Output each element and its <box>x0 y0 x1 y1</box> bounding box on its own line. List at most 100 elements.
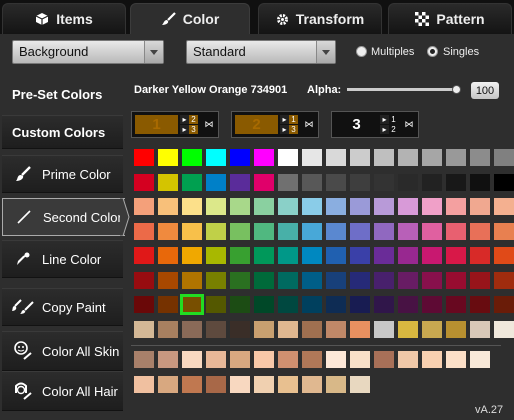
skin-swatch[interactable] <box>398 351 418 368</box>
color-swatch-selected[interactable] <box>180 294 204 315</box>
color-swatch[interactable] <box>398 321 418 338</box>
color-swatch[interactable] <box>302 296 322 313</box>
slot-swap-control[interactable]: 1 <box>389 115 398 124</box>
color-swatch[interactable] <box>182 321 202 338</box>
skin-swatch[interactable] <box>158 376 178 393</box>
slot-swap-control[interactable]: 2 <box>389 125 398 134</box>
color-swatch[interactable] <box>206 223 226 240</box>
slot-swap-control[interactable]: ▸ <box>380 115 389 124</box>
skin-swatch[interactable] <box>278 376 298 393</box>
skin-swatch[interactable] <box>422 351 442 368</box>
color-swatch[interactable] <box>254 198 274 215</box>
alpha-value[interactable]: 100 <box>471 82 499 99</box>
color-swatch[interactable] <box>278 321 298 338</box>
color-slot-3[interactable]: 3 ▸ 1 ▸ 2 ⋈ <box>331 111 419 138</box>
color-swatch[interactable] <box>326 198 346 215</box>
color-swatch[interactable] <box>182 149 202 166</box>
color-swatch[interactable] <box>206 296 226 313</box>
color-swatch[interactable] <box>254 247 274 264</box>
color-swatch[interactable] <box>158 174 178 191</box>
skin-swatch[interactable] <box>446 351 466 368</box>
skin-swatch[interactable] <box>278 351 298 368</box>
slot-swap-control[interactable]: 3 <box>189 125 198 134</box>
copy-paint-button[interactable]: Copy Paint <box>2 288 123 326</box>
color-swatch[interactable] <box>134 321 154 338</box>
color-swatch[interactable] <box>182 247 202 264</box>
color-swatch[interactable] <box>182 272 202 289</box>
color-swatch[interactable] <box>374 198 394 215</box>
color-swatch[interactable] <box>398 198 418 215</box>
color-swatch[interactable] <box>254 223 274 240</box>
color-swatch[interactable] <box>278 149 298 166</box>
color-swatch[interactable] <box>422 296 442 313</box>
slot-link-icon[interactable]: ⋈ <box>302 115 316 134</box>
color-swatch[interactable] <box>494 321 514 338</box>
color-swatch[interactable] <box>230 296 250 313</box>
color-swatch[interactable] <box>230 223 250 240</box>
color-swatch[interactable] <box>470 174 490 191</box>
slot-swap-control[interactable]: ▸ <box>180 125 189 134</box>
color-slot-1[interactable]: 1 ▸ 2 ▸ 3 ⋈ <box>131 111 219 138</box>
color-swatch[interactable] <box>350 321 370 338</box>
color-swatch[interactable] <box>446 247 466 264</box>
color-swatch[interactable] <box>182 223 202 240</box>
skin-swatch[interactable] <box>158 351 178 368</box>
skin-swatch[interactable] <box>326 376 346 393</box>
custom-colors-button[interactable]: Custom Colors <box>2 115 123 149</box>
color-swatch[interactable] <box>278 296 298 313</box>
color-swatch[interactable] <box>422 149 442 166</box>
color-swatch[interactable] <box>398 174 418 191</box>
color-swatch[interactable] <box>206 321 226 338</box>
color-swatch[interactable] <box>470 247 490 264</box>
skin-swatch[interactable] <box>134 351 154 368</box>
color-swatch[interactable] <box>494 149 514 166</box>
target-select[interactable]: Background <box>12 40 164 64</box>
color-swatch[interactable] <box>374 149 394 166</box>
color-swatch[interactable] <box>374 296 394 313</box>
tab-pattern[interactable]: Pattern <box>388 3 512 34</box>
color-swatch[interactable] <box>302 321 322 338</box>
color-swatch[interactable] <box>446 198 466 215</box>
color-swatch[interactable] <box>206 198 226 215</box>
color-swatch[interactable] <box>350 272 370 289</box>
skin-swatch[interactable] <box>374 351 394 368</box>
color-swatch[interactable] <box>302 247 322 264</box>
skin-swatch[interactable] <box>182 351 202 368</box>
color-swatch[interactable] <box>206 174 226 191</box>
color-swatch[interactable] <box>278 174 298 191</box>
color-swatch[interactable] <box>350 174 370 191</box>
color-swatch[interactable] <box>254 149 274 166</box>
slot-swap-control[interactable]: ▸ <box>280 125 289 134</box>
slot-swap-control[interactable]: ▸ <box>180 115 189 124</box>
color-swatch[interactable] <box>326 247 346 264</box>
skin-swatch[interactable] <box>182 376 202 393</box>
color-swatch[interactable] <box>494 198 514 215</box>
color-swatch[interactable] <box>470 198 490 215</box>
tab-transform[interactable]: Transform <box>258 3 382 34</box>
radio-multiples[interactable] <box>356 46 367 57</box>
color-swatch[interactable] <box>350 198 370 215</box>
color-swatch[interactable] <box>206 149 226 166</box>
slot-swap-control[interactable]: ▸ <box>380 125 389 134</box>
color-swatch[interactable] <box>422 174 442 191</box>
color-swatch[interactable] <box>254 272 274 289</box>
color-swatch[interactable] <box>302 272 322 289</box>
second-color-button[interactable]: Second Color <box>2 198 125 236</box>
color-swatch[interactable] <box>230 198 250 215</box>
skin-swatch[interactable] <box>254 376 274 393</box>
color-swatch[interactable] <box>494 296 514 313</box>
color-swatch[interactable] <box>158 296 178 313</box>
color-swatch[interactable] <box>158 198 178 215</box>
color-all-hair-button[interactable]: Color All Hair <box>2 371 123 411</box>
skin-swatch[interactable] <box>350 376 370 393</box>
color-swatch[interactable] <box>134 174 154 191</box>
color-swatch[interactable] <box>350 247 370 264</box>
color-swatch[interactable] <box>398 223 418 240</box>
tab-items[interactable]: Items <box>2 3 126 34</box>
skin-swatch[interactable] <box>134 376 154 393</box>
color-swatch[interactable] <box>422 321 442 338</box>
color-swatch[interactable] <box>374 174 394 191</box>
mode-select[interactable]: Standard <box>186 40 336 64</box>
color-swatch[interactable] <box>470 149 490 166</box>
color-swatch[interactable] <box>326 149 346 166</box>
